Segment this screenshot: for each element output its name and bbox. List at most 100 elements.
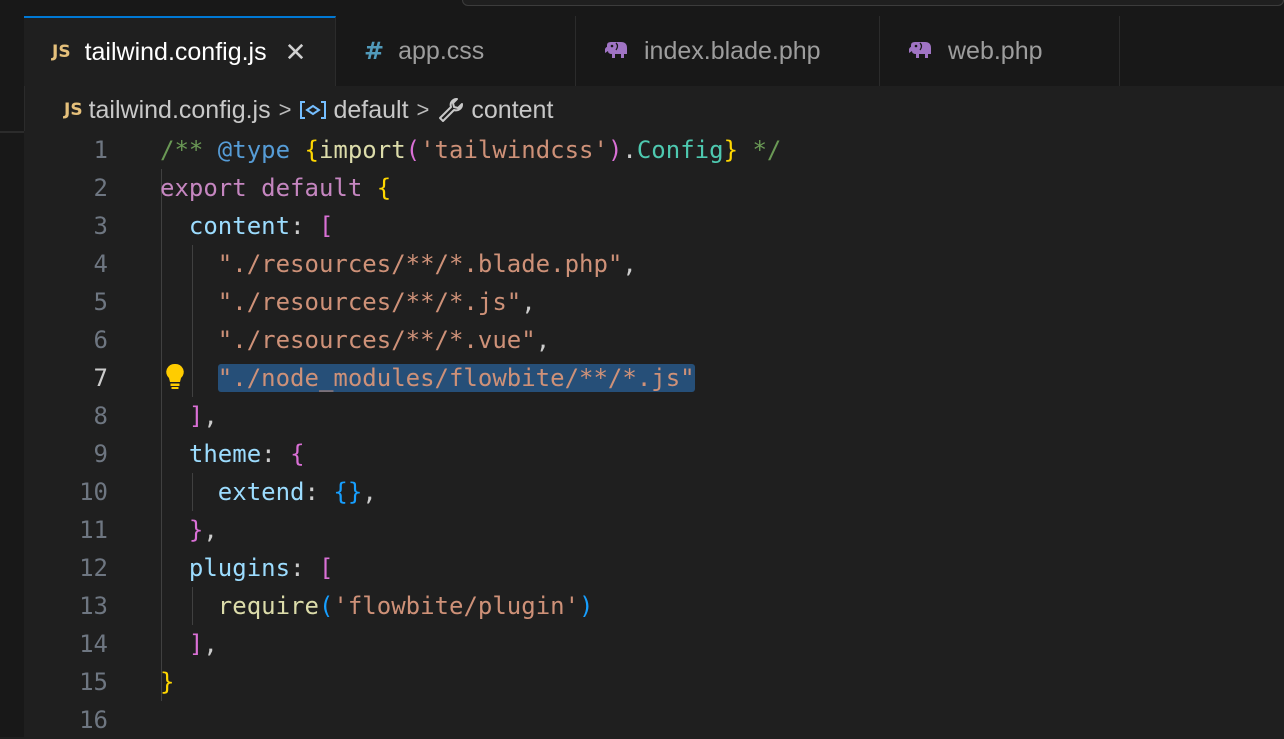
- tab-label: app.css: [398, 36, 485, 65]
- code-token: :: [290, 212, 319, 240]
- php-elephant-icon: [604, 41, 630, 61]
- code-token: @type: [217, 136, 291, 164]
- code-line: 2 export default {: [24, 169, 1284, 207]
- code-text: },: [160, 511, 218, 549]
- tab-label: web.php: [948, 36, 1043, 65]
- code-token: "./node_modules/flowbite/**/*.js": [217, 364, 695, 392]
- code-token: ): [607, 136, 623, 164]
- code-text: theme: {: [160, 435, 305, 473]
- code-line: 14 ],: [24, 625, 1284, 663]
- line-number: 16: [79, 706, 108, 734]
- code-token: (: [318, 592, 334, 620]
- code-editor[interactable]: 1/** @type {import('tailwindcss').Config…: [24, 131, 1284, 737]
- line-number: 6: [93, 326, 108, 354]
- line-number: 12: [79, 554, 108, 582]
- code-token: ,: [362, 478, 377, 506]
- code-token: "./resources/**/*.blade.php": [217, 250, 623, 278]
- code-token: default: [261, 174, 363, 202]
- activity-bar-divider: [0, 131, 24, 133]
- code-line: 9 theme: {: [24, 435, 1284, 473]
- code-token: ]: [188, 630, 204, 658]
- lightbulb-icon[interactable]: [164, 362, 186, 395]
- code-token: {: [376, 174, 392, 202]
- tab-index-blade[interactable]: index.blade.php: [576, 16, 880, 86]
- code-token: */: [738, 136, 782, 164]
- tab-web-php[interactable]: web.php: [880, 16, 1120, 86]
- line-number: 2: [93, 174, 108, 202]
- line-number: 1: [93, 136, 108, 164]
- close-icon[interactable]: ✕: [285, 39, 307, 65]
- tab-label: tailwind.config.js: [84, 37, 267, 66]
- code-text: require('flowbite/plugin'): [160, 587, 594, 625]
- code-token: :: [261, 440, 291, 468]
- tab-app-css[interactable]: # app.css: [336, 16, 576, 86]
- code-text: extend: {},: [160, 473, 377, 511]
- line-number: 10: [79, 478, 108, 506]
- line-number: 11: [79, 516, 108, 544]
- breadcrumb-symbol-default[interactable]: default: [333, 96, 408, 125]
- line-number: 4: [93, 250, 108, 278]
- breadcrumb-symbol-content[interactable]: content: [471, 96, 553, 125]
- code-token: require: [217, 592, 319, 620]
- variable-icon: [299, 99, 327, 121]
- tab-tailwind-config[interactable]: JS tailwind.config.js ✕: [24, 16, 336, 86]
- code-line: 5 "./resources/**/*.js",: [24, 283, 1284, 321]
- code-token: "./resources/**/*.vue": [217, 326, 536, 354]
- code-line: 4 "./resources/**/*.blade.php",: [24, 245, 1284, 283]
- code-token: }: [723, 136, 739, 164]
- code-token: ,: [203, 516, 218, 544]
- line-number: 8: [93, 402, 108, 430]
- code-token: Config: [636, 136, 724, 164]
- code-token: "./resources/**/*.js": [217, 288, 522, 316]
- activity-bar: [0, 16, 25, 737]
- code-token: content: [188, 212, 291, 240]
- code-token: 'tailwindcss': [420, 136, 608, 164]
- code-token: {: [290, 440, 305, 468]
- chevron-right-icon: >: [278, 97, 292, 122]
- php-elephant-icon: [908, 41, 934, 61]
- line-number: 14: [79, 630, 108, 658]
- wrench-icon: [437, 96, 465, 124]
- code-token: /**: [160, 136, 218, 164]
- command-center[interactable]: [462, 0, 1284, 6]
- code-token: ,: [521, 288, 536, 316]
- code-token: :: [290, 554, 319, 582]
- code-line: 10 extend: {},: [24, 473, 1284, 511]
- line-number: 3: [93, 212, 108, 240]
- breadcrumb: JS tailwind.config.js > default > conten…: [64, 92, 553, 128]
- tab-label: index.blade.php: [644, 36, 821, 65]
- code-line: 15}: [24, 663, 1284, 701]
- chevron-right-icon: >: [416, 97, 430, 122]
- code-token: .: [622, 136, 637, 164]
- code-line: 8 ],: [24, 397, 1284, 435]
- code-text: "./resources/**/*.js",: [160, 283, 536, 321]
- code-line: 1 /** @type {import('tailwindcss').Config…: [24, 131, 1284, 169]
- code-token: export: [160, 174, 247, 202]
- code-token: ): [579, 592, 594, 620]
- code-text: plugins: [: [160, 549, 334, 587]
- css-hash-icon: #: [364, 37, 385, 65]
- code-line: 16: [24, 701, 1284, 739]
- code-token: ,: [203, 630, 218, 658]
- code-token: ,: [535, 326, 551, 354]
- editor-tab-bar: JS tailwind.config.js ✕ # app.css index.…: [24, 16, 1284, 86]
- code-text: content: [: [160, 207, 334, 245]
- code-line: 13 require('flowbite/plugin'): [24, 587, 1284, 625]
- code-token: extend: [217, 478, 305, 506]
- code-text: "./resources/**/*.blade.php",: [160, 245, 637, 283]
- code-text: export default {: [160, 169, 391, 207]
- code-token: [: [318, 212, 334, 240]
- breadcrumb-file[interactable]: tailwind.config.js: [89, 96, 271, 125]
- code-text: ],: [160, 625, 218, 663]
- code-line: 12 plugins: [: [24, 549, 1284, 587]
- code-token: {}: [333, 478, 363, 506]
